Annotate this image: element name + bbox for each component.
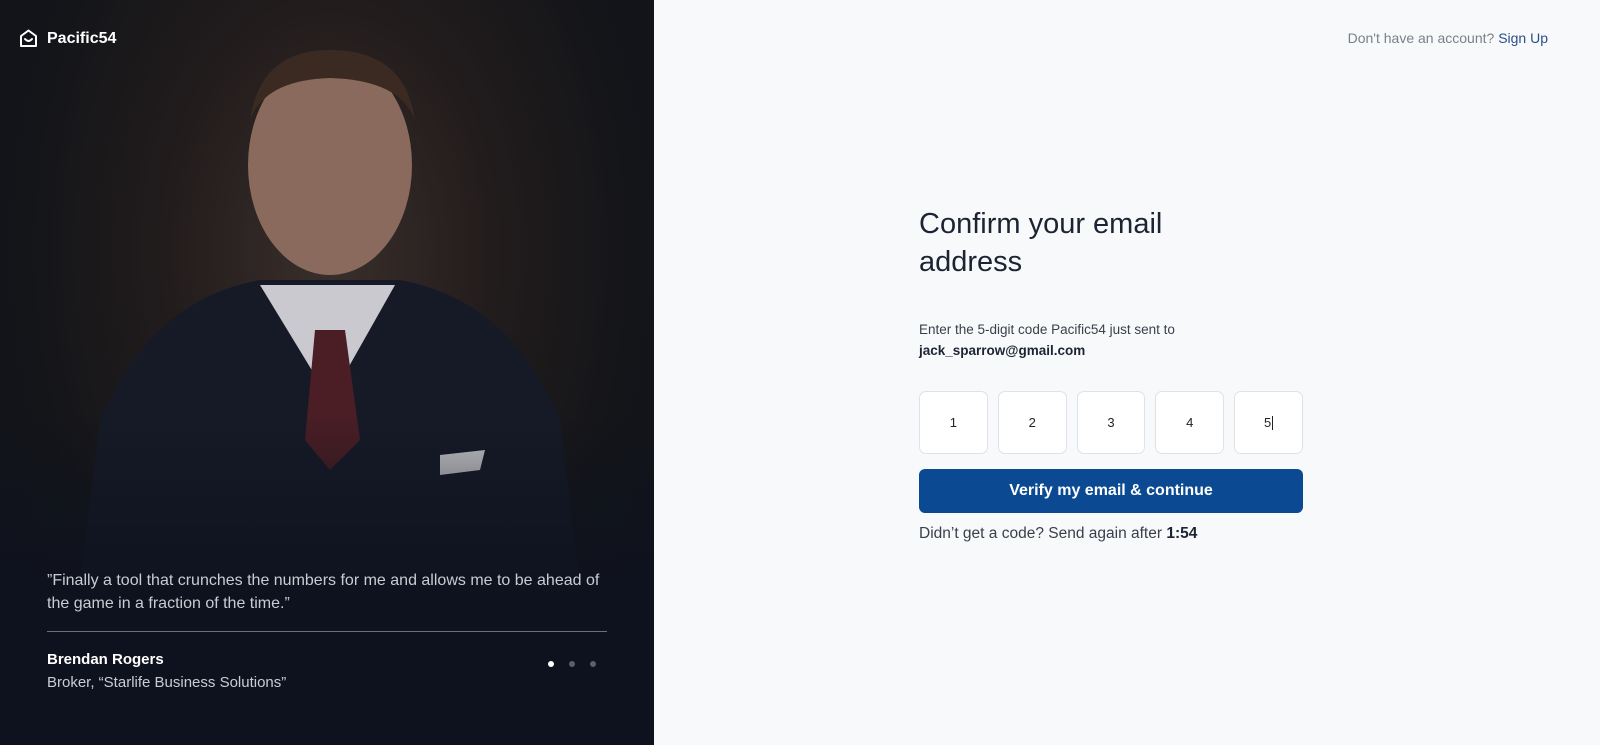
testimonial-author: Brendan Rogers	[47, 651, 164, 668]
verify-button[interactable]: Verify my email & continue	[919, 469, 1303, 513]
verify-email-form: Confirm your email address Enter the 5-d…	[919, 205, 1303, 543]
carousel-dot-2[interactable]	[569, 661, 575, 667]
code-digit-3[interactable]: 3	[1076, 391, 1146, 454]
code-digit-2[interactable]: 2	[997, 391, 1067, 454]
testimonial-role: Broker, “Starlife Business Solutions”	[47, 674, 287, 691]
testimonial-quote: ”Finally a tool that crunches the number…	[47, 572, 600, 612]
resend-timer: 1:54	[1166, 525, 1198, 542]
page-title: Confirm your email address	[919, 208, 1163, 278]
testimonial-panel: Pacific54 ”Finally a tool that crunches …	[0, 0, 654, 745]
divider	[47, 631, 607, 632]
carousel-dots	[548, 661, 596, 667]
email-address: jack_sparrow@gmail.com	[919, 343, 1086, 358]
text-cursor	[1272, 415, 1274, 430]
instructions-text: Enter the 5-digit code Pacific54 just se…	[919, 322, 1175, 337]
brand-logo[interactable]: Pacific54	[19, 29, 116, 48]
resend-info: Didn’t get a code? Send again after 1:54	[919, 525, 1303, 543]
carousel-dot-1[interactable]	[548, 661, 554, 667]
signup-prompt-text: Don't have an account?	[1347, 30, 1495, 46]
code-digit-4[interactable]: 4	[1155, 391, 1225, 454]
home-mail-icon	[20, 29, 37, 47]
code-inputs: 1 2 3 4 5	[919, 391, 1303, 454]
code-digit-5-value: 5	[1263, 415, 1272, 430]
brand-name: Pacific54	[47, 29, 117, 47]
signup-prompt: Don't have an account? Sign Up	[1348, 30, 1548, 46]
carousel-dot-3[interactable]	[590, 661, 596, 667]
instructions: Enter the 5-digit code Pacific54 just se…	[919, 319, 1303, 361]
code-digit-5[interactable]: 5	[1234, 391, 1303, 454]
code-digit-1[interactable]: 1	[919, 391, 988, 454]
signup-link[interactable]: Sign Up	[1498, 30, 1548, 46]
resend-text: Didn’t get a code? Send again after	[919, 525, 1163, 542]
